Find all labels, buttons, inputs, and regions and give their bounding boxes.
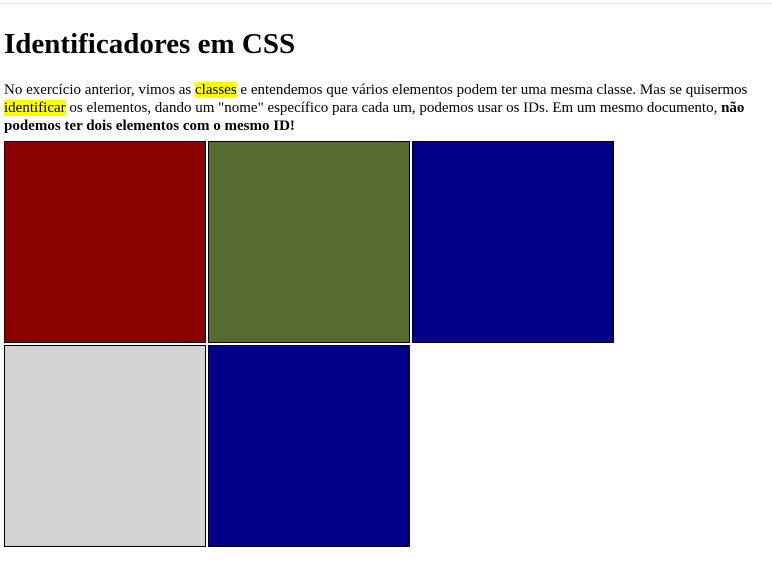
box-dark-blue-2 (208, 345, 410, 547)
paragraph-text-1: No exercício anterior, vimos as (4, 82, 196, 98)
box-grid (4, 141, 628, 549)
box-dark-blue (412, 141, 614, 343)
highlight-identificar: identificar (4, 100, 66, 116)
top-border-line (0, 3, 772, 4)
paragraph-text-2: e entendemos que vários elementos podem … (236, 82, 748, 98)
page-title: Identificadores em CSS (4, 28, 296, 60)
box-light-gray (4, 345, 206, 547)
paragraph-text-3: os elementos, dando um "nome" específico… (65, 100, 722, 116)
box-dark-red (4, 141, 206, 343)
box-olive-green (208, 141, 410, 343)
page-content: Identificadores em CSS No exercício ante… (0, 0, 772, 549)
intro-paragraph: No exercício anterior, vimos as classes … (4, 81, 764, 135)
highlight-classes: classes (195, 82, 237, 98)
